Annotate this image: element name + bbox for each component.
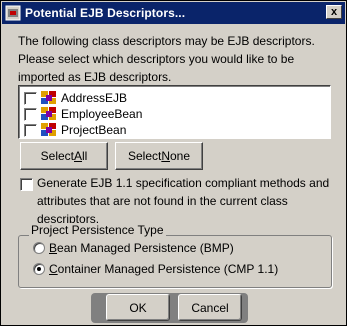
select-all-button[interactable]: Select All [20,142,108,170]
close-button[interactable]: x [326,5,342,19]
list-item[interactable]: EmployeeBean [19,106,330,122]
select-none-button[interactable]: Select None [115,142,203,170]
list-item-label: AddressEJB [61,91,128,105]
list-item[interactable]: ProjectBean [19,122,330,138]
descriptor-list[interactable]: AddressEJB EmployeeBean ProjectBean [18,85,331,139]
radio-selected-dot [37,267,41,271]
window-title: Potential EJB Descriptors... [25,6,186,20]
generate-compliant-label: Generate EJB 1.1 specification compliant… [37,176,330,226]
close-icon: x [330,5,338,18]
descriptor-checkbox[interactable] [24,107,37,121]
cancel-button[interactable]: Cancel [178,294,242,321]
title-bar[interactable]: Potential EJB Descriptors... x [2,2,345,24]
bmp-radio-button[interactable] [33,242,45,254]
bean-icon [41,91,56,104]
descriptor-checkbox[interactable] [24,91,37,105]
cmp-radio-option[interactable]: Container Managed Persistence (CMP 1.1) [33,262,278,276]
persistence-type-legend: Project Persistence Type [29,223,166,237]
bean-icon [41,107,56,120]
bean-icon [41,123,56,136]
generate-compliant-checkbox[interactable] [20,178,33,191]
list-item-label: ProjectBean [61,123,127,137]
list-item[interactable]: AddressEJB [19,90,330,106]
list-item-label: EmployeeBean [61,107,143,121]
dialog-window: Potential EJB Descriptors... x The follo… [0,0,347,326]
descriptor-checkbox[interactable] [24,123,37,137]
cmp-radio-button[interactable] [33,263,45,275]
ok-button[interactable]: OK [106,294,170,321]
bmp-radio-option[interactable]: Bean Managed Persistence (BMP) [33,241,234,255]
instructions-text: The following class descriptors may be E… [18,34,315,84]
app-icon [5,5,21,21]
